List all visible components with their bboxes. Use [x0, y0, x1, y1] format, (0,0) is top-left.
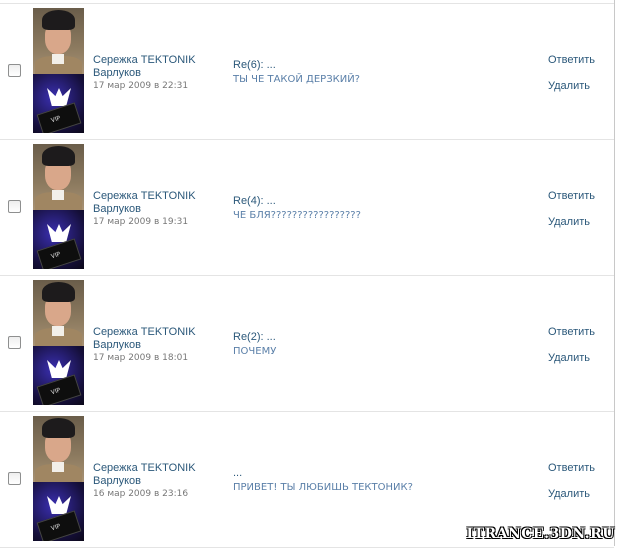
- message-preview[interactable]: ПОЧЕМУ: [233, 346, 276, 357]
- avatar-collar: [52, 54, 64, 64]
- message-row: VIP Сережка TEKTONIK Варлуков 17 мар 200…: [0, 276, 614, 412]
- author-first-name[interactable]: Сережка TEKTONIK: [93, 190, 223, 203]
- avatar-collar: [52, 462, 64, 472]
- message-preview[interactable]: ПРИВЕТ! ТЫ ЛЮБИШЬ ТЕКТОНИК?: [233, 482, 413, 493]
- author-last-name[interactable]: Варлуков: [93, 339, 223, 352]
- reply-link[interactable]: Ответить: [548, 190, 595, 202]
- avatar-card-text: VIP: [50, 522, 62, 533]
- select-checkbox[interactable]: [8, 200, 21, 213]
- author-name[interactable]: Сережка TEKTONIK Варлуков: [93, 190, 223, 216]
- delete-link[interactable]: Удалить: [548, 216, 590, 228]
- reply-link[interactable]: Ответить: [548, 326, 595, 338]
- message-row: VIP Сережка TEKTONIK Варлуков 17 мар 200…: [0, 140, 614, 276]
- avatar-collar: [52, 326, 64, 336]
- avatar[interactable]: VIP: [33, 416, 84, 541]
- avatar-card-text: VIP: [50, 114, 62, 125]
- avatar-hat: [42, 10, 75, 30]
- avatar-card-text: VIP: [50, 250, 62, 261]
- watermark: ITRANCE.3DN.RU: [466, 526, 615, 542]
- author-first-name[interactable]: Сережка TEKTONIK: [93, 54, 223, 67]
- avatar[interactable]: VIP: [33, 8, 84, 133]
- avatar[interactable]: VIP: [33, 280, 84, 405]
- author-first-name[interactable]: Сережка TEKTONIK: [93, 326, 223, 339]
- message-subject[interactable]: ...: [233, 467, 242, 479]
- message-date: 16 мар 2009 в 23:16: [93, 489, 189, 499]
- select-checkbox[interactable]: [8, 336, 21, 349]
- delete-link[interactable]: Удалить: [548, 352, 590, 364]
- avatar-collar: [52, 190, 64, 200]
- avatar-hat: [42, 146, 75, 166]
- message-subject[interactable]: Re(2): ...: [233, 331, 276, 343]
- author-name[interactable]: Сережка TEKTONIK Варлуков: [93, 326, 223, 352]
- avatar-hat: [42, 282, 75, 302]
- reply-link[interactable]: Ответить: [548, 54, 595, 66]
- message-subject[interactable]: Re(4): ...: [233, 195, 276, 207]
- select-checkbox[interactable]: [8, 64, 21, 77]
- author-last-name[interactable]: Варлуков: [93, 67, 223, 80]
- reply-link[interactable]: Ответить: [548, 462, 595, 474]
- delete-link[interactable]: Удалить: [548, 80, 590, 92]
- avatar-hat: [42, 418, 75, 438]
- message-date: 17 мар 2009 в 19:31: [93, 217, 189, 227]
- message-row: VIP Сережка TEKTONIK Варлуков 17 мар 200…: [0, 4, 614, 140]
- message-preview[interactable]: ЧЕ БЛЯ?????????????????: [233, 210, 361, 221]
- author-first-name[interactable]: Сережка TEKTONIK: [93, 462, 223, 475]
- select-checkbox[interactable]: [8, 472, 21, 485]
- message-date: 17 мар 2009 в 22:31: [93, 81, 189, 91]
- author-last-name[interactable]: Варлуков: [93, 203, 223, 216]
- avatar[interactable]: VIP: [33, 144, 84, 269]
- message-list: VIP Сережка TEKTONIK Варлуков 17 мар 200…: [0, 0, 615, 548]
- delete-link[interactable]: Удалить: [548, 488, 590, 500]
- message-date: 17 мар 2009 в 18:01: [93, 353, 189, 363]
- author-name[interactable]: Сережка TEKTONIK Варлуков: [93, 54, 223, 80]
- message-subject[interactable]: Re(6): ...: [233, 59, 276, 71]
- author-last-name[interactable]: Варлуков: [93, 475, 223, 488]
- author-name[interactable]: Сережка TEKTONIK Варлуков: [93, 462, 223, 488]
- avatar-card-text: VIP: [50, 386, 62, 397]
- message-preview[interactable]: ТЫ ЧЕ ТАКОЙ ДЕРЗКИЙ?: [233, 74, 360, 85]
